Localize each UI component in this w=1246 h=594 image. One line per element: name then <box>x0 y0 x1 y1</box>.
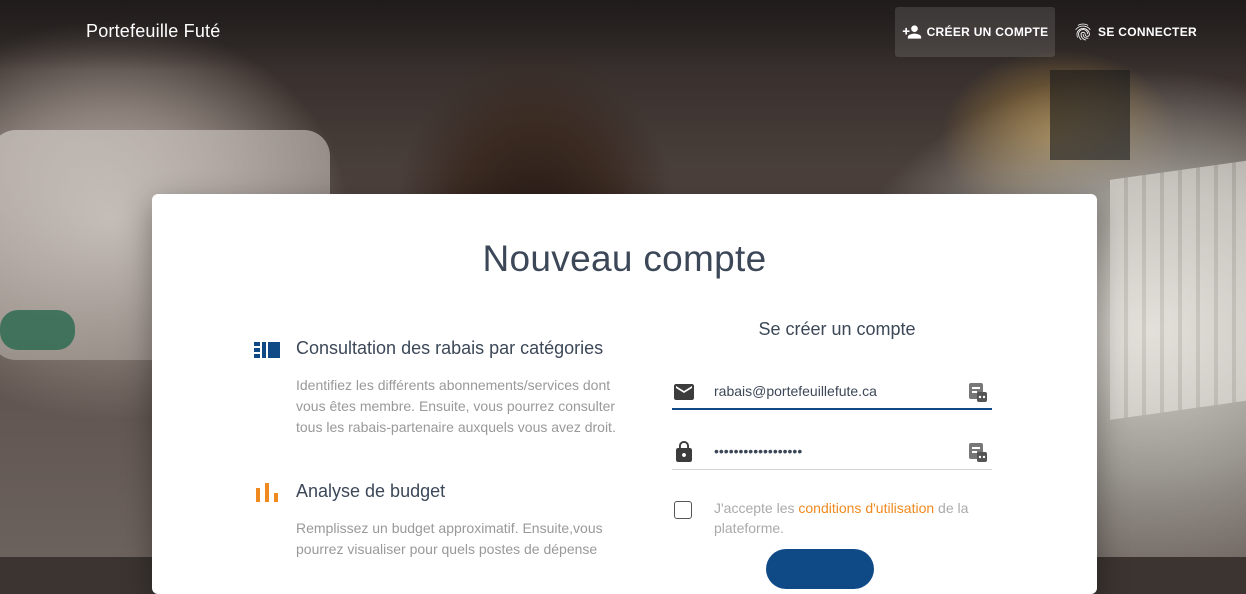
password-field[interactable]: •••••••••••••••••• <box>672 434 992 470</box>
terms-prefix: J'accepte les <box>714 500 799 516</box>
lock-icon <box>676 441 692 462</box>
view-list-icon <box>254 342 280 358</box>
terms-label: J'accepte les conditions d'utilisation d… <box>714 498 984 538</box>
password-manager-icon[interactable] <box>968 441 988 463</box>
signup-form: Se créer un compte rabais@portefeuillefu… <box>672 318 992 589</box>
brand-title[interactable]: Portefeuille Futé <box>86 21 220 42</box>
bar-chart-icon <box>256 483 278 502</box>
top-navbar: Portefeuille Futé CRÉER UN COMPTE SE CON… <box>0 0 1246 64</box>
email-field[interactable]: rabais@portefeuillefute.ca <box>672 374 992 410</box>
feature-title: Analyse de budget <box>296 481 446 501</box>
fingerprint-icon <box>1075 23 1091 41</box>
page-title: Nouveau compte <box>482 238 767 279</box>
password-value[interactable]: •••••••••••••••••• <box>714 443 802 459</box>
feature-description: Remplissez un budget approximatif. Ensui… <box>296 520 603 557</box>
create-account-nav-label: CRÉER UN COMPTE <box>926 25 1049 39</box>
form-title: Se créer un compte <box>758 319 916 339</box>
terms-link[interactable]: conditions d'utilisation <box>798 500 934 516</box>
password-manager-icon[interactable] <box>968 381 988 403</box>
person-add-icon <box>902 25 921 39</box>
email-value[interactable]: rabais@portefeuillefute.ca <box>714 383 877 399</box>
email-underline <box>672 408 992 410</box>
password-underline <box>672 469 992 470</box>
login-nav-label: SE CONNECTER <box>1098 25 1197 39</box>
submit-button[interactable] <box>766 549 874 589</box>
feature-title: Consultation des rabais par catégories <box>296 338 604 358</box>
create-account-nav-button[interactable]: CRÉER UN COMPTE <box>895 7 1055 57</box>
email-icon <box>674 384 694 400</box>
login-nav-button[interactable]: SE CONNECTER <box>1070 7 1200 57</box>
signup-card: Nouveau compte Consultation des rabais p… <box>152 194 1097 594</box>
feature-description: Identifiez les différents abonnements/se… <box>296 377 616 435</box>
terms-checkbox[interactable] <box>674 501 692 519</box>
